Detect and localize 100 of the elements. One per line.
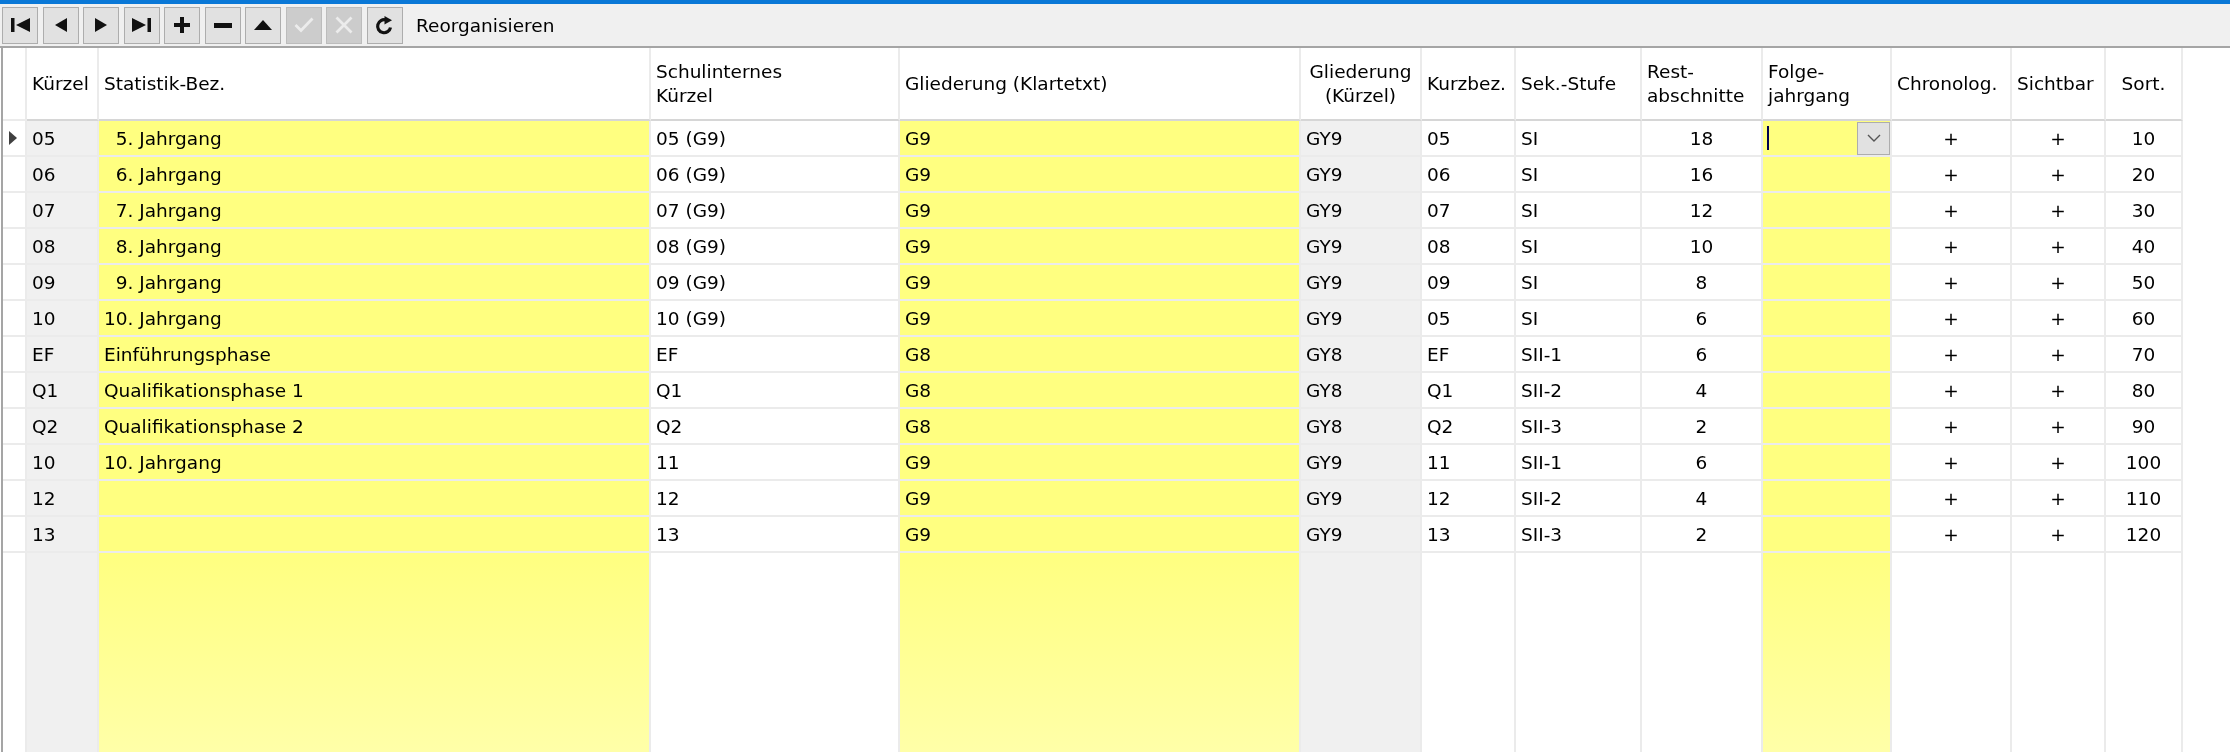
column-header[interactable]: Kürzel: [27, 48, 99, 121]
table-cell: 2: [1642, 409, 1763, 445]
table-cell: 05: [27, 121, 99, 157]
previous-record-button[interactable]: [42, 6, 79, 44]
column-header[interactable]: Schulinternes Kürzel: [651, 48, 900, 121]
table-cell: GY9: [1301, 229, 1422, 265]
table-cell: 09: [1422, 265, 1516, 301]
table-cell: GY9: [1301, 517, 1422, 553]
row-header-cell[interactable]: [3, 409, 27, 445]
table-cell: 12: [1642, 193, 1763, 229]
triangle-left-icon: [54, 18, 67, 32]
table-cell: EF: [651, 337, 900, 373]
table-cell: SII-3: [1516, 409, 1642, 445]
table-cell: +: [2012, 445, 2106, 481]
next-record-button[interactable]: [83, 6, 119, 44]
table-cell: GY9: [1301, 121, 1422, 157]
table-cell: 08 (G9): [651, 229, 900, 265]
table-cell: Q1: [27, 373, 99, 409]
column-header[interactable]: Sek.-Stufe: [1516, 48, 1642, 121]
table-cell: 16: [1642, 157, 1763, 193]
move-up-button[interactable]: [245, 6, 281, 44]
table-cell: 5. Jahrgang: [99, 121, 651, 157]
table-cell: 6: [1642, 445, 1763, 481]
add-record-button[interactable]: [164, 6, 200, 44]
table-cell: G9: [900, 193, 1301, 229]
row-header-cell[interactable]: [3, 517, 27, 553]
row-header-cell[interactable]: [3, 481, 27, 517]
table-cell: Q1: [1422, 373, 1516, 409]
skip-to-start-icon: [10, 18, 30, 32]
table-cell: Einführungsphase: [99, 337, 651, 373]
table-cell: +: [1892, 193, 2012, 229]
table-cell: GY9: [1301, 481, 1422, 517]
table-cell: 10 (G9): [651, 301, 900, 337]
row-header-cell[interactable]: [3, 229, 27, 265]
table-cell: +: [1892, 517, 2012, 553]
table-cell: 110: [2106, 481, 2183, 517]
table-cell: G8: [900, 337, 1301, 373]
table-cell: 11: [651, 445, 900, 481]
table-cell: 05: [1422, 121, 1516, 157]
table-cell: G9: [900, 121, 1301, 157]
table-cell: 2: [1642, 517, 1763, 553]
table-cell: SII-1: [1516, 445, 1642, 481]
dropdown-field[interactable]: [1763, 121, 1892, 157]
delete-record-button[interactable]: [204, 6, 241, 44]
table-cell: 06: [1422, 157, 1516, 193]
table-cell: 60: [2106, 301, 2183, 337]
column-header[interactable]: Gliederung (Kürzel): [1301, 48, 1422, 121]
table-cell: 6: [1642, 337, 1763, 373]
row-header-cell[interactable]: [3, 301, 27, 337]
table-cell: 07: [27, 193, 99, 229]
table-cell: 10. Jahrgang: [99, 445, 651, 481]
table-cell: SI: [1516, 193, 1642, 229]
table-cell: Q2: [1422, 409, 1516, 445]
table-cell: Qualifikationsphase 2: [99, 409, 651, 445]
table-cell: G9: [900, 517, 1301, 553]
first-record-button[interactable]: [2, 6, 38, 44]
table-cell: 100: [2106, 445, 2183, 481]
table-cell: 06 (G9): [651, 157, 900, 193]
table-cell: 80: [2106, 373, 2183, 409]
column-header[interactable]: Rest- abschnitte: [1642, 48, 1763, 121]
table-cell: 9. Jahrgang: [99, 265, 651, 301]
column-header[interactable]: Sort.: [2106, 48, 2183, 121]
table-cell: +: [2012, 193, 2106, 229]
table-cell: 40: [2106, 229, 2183, 265]
last-record-button[interactable]: [123, 6, 160, 44]
table-cell: 05: [1422, 301, 1516, 337]
row-header-cell[interactable]: [3, 121, 27, 157]
table-cell: +: [2012, 373, 2106, 409]
table-cell: GY9: [1301, 193, 1422, 229]
column-header[interactable]: Sichtbar: [2012, 48, 2106, 121]
table-cell: G9: [900, 481, 1301, 517]
table-cell: G8: [900, 373, 1301, 409]
row-header-cell[interactable]: [3, 373, 27, 409]
table-cell: SI: [1516, 265, 1642, 301]
table-cell: SII-3: [1516, 517, 1642, 553]
row-header-cell[interactable]: [3, 265, 27, 301]
table-cell: 13: [651, 517, 900, 553]
column-header[interactable]: Gliederung (Klartetxt): [900, 48, 1301, 121]
table-cell: 05 (G9): [651, 121, 900, 157]
row-header-cell[interactable]: [3, 157, 27, 193]
row-header-cell[interactable]: [3, 193, 27, 229]
table-cell: +: [1892, 373, 2012, 409]
row-header-cell[interactable]: [3, 337, 27, 373]
table-cell: G9: [900, 301, 1301, 337]
row-header-cell[interactable]: [3, 445, 27, 481]
column-header[interactable]: Kurzbez.: [1422, 48, 1516, 121]
dropdown-button[interactable]: [1857, 121, 1890, 155]
reorganize-button[interactable]: Reorganisieren: [413, 14, 558, 36]
table-cell: 12: [651, 481, 900, 517]
column-header[interactable]: Folge- jahrgang: [1763, 48, 1892, 121]
table-cell: 8: [1642, 265, 1763, 301]
plus-icon: [174, 17, 190, 33]
table-cell: +: [1892, 409, 2012, 445]
refresh-button[interactable]: [366, 6, 403, 44]
column-header[interactable]: Chronolog.: [1892, 48, 2012, 121]
table-cell: SI: [1516, 157, 1642, 193]
table-cell: 8. Jahrgang: [99, 229, 651, 265]
column-header[interactable]: Statistik-Bez.: [99, 48, 651, 121]
table-cell: 6. Jahrgang: [99, 157, 651, 193]
table-cell: 12: [27, 481, 99, 517]
